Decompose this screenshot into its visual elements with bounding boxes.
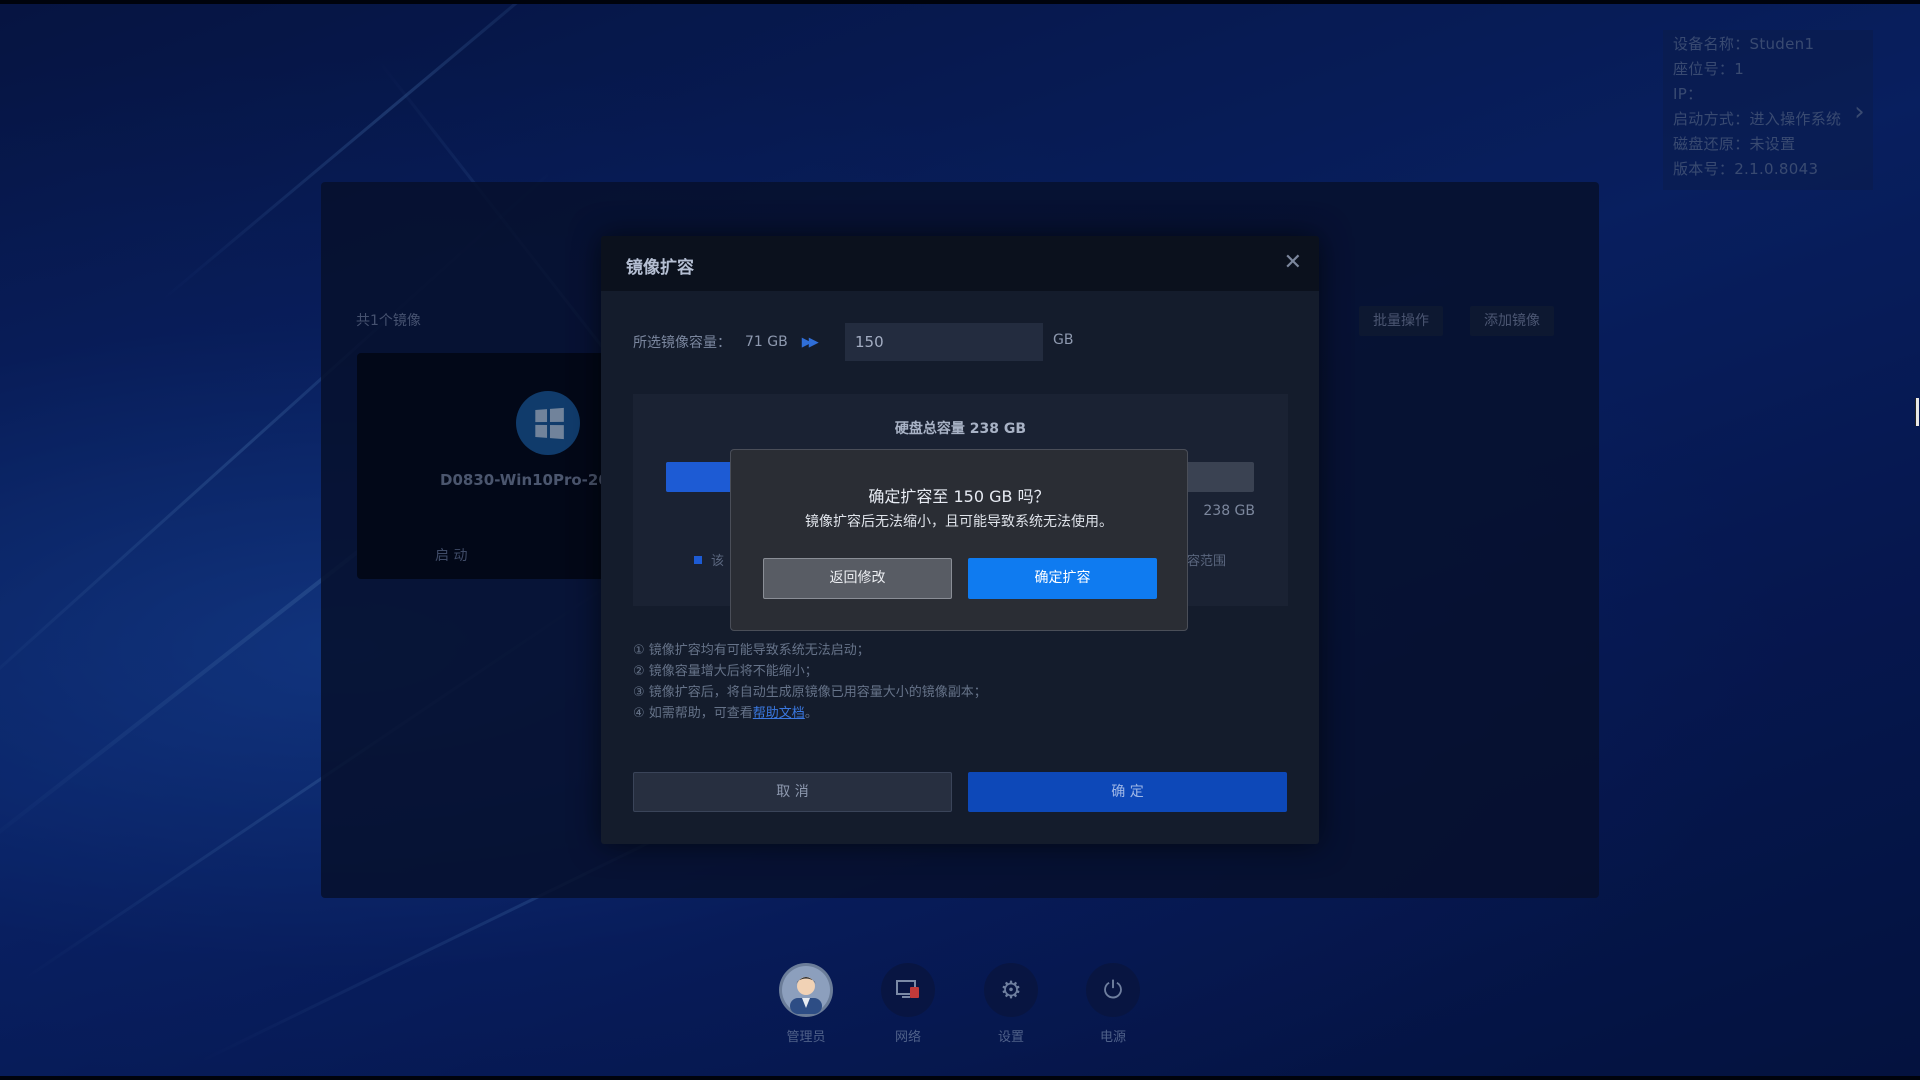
dock-label: 设置 (997, 1030, 1024, 1045)
dialog-header: 镜像扩容 ✕ (601, 236, 1319, 291)
confirm-warning: 镜像扩容后无法缩小，且可能导致系统无法使用。 (805, 514, 1113, 530)
ok-button[interactable]: 确 定 (968, 772, 1287, 812)
power-icon: ⏻ (1086, 963, 1140, 1017)
gear-icon: ⚙ (984, 963, 1038, 1017)
disk-total-title: 硬盘总容量 238 GB (894, 421, 1027, 437)
close-icon[interactable]: ✕ (1284, 250, 1302, 275)
avatar-icon (779, 963, 833, 1017)
confirm-question: 确定扩容至 150 GB 吗？ (868, 487, 1050, 506)
note-item: ③ 镜像扩容后，将自动生成原镜像已用容量大小的镜像副本； (633, 685, 987, 700)
confirm-expand-button[interactable]: 确定扩容 (968, 558, 1157, 599)
capacity-row: 所选镜像容量： 71 GB ▶▶ (633, 332, 819, 352)
new-capacity-input[interactable] (845, 323, 1043, 361)
back-to-edit-button[interactable]: 返回修改 (763, 558, 952, 599)
help-doc-link[interactable]: 帮助文档 (753, 706, 805, 721)
dock-admin[interactable]: 管理员 (778, 963, 834, 1045)
mouse-cursor (1915, 398, 1919, 426)
network-icon (881, 963, 935, 1017)
note-item: ① 镜像扩容均有可能导致系统无法启动； (633, 643, 870, 658)
dock-label: 电源 (1099, 1030, 1126, 1045)
current-capacity: 71 GB (745, 334, 788, 350)
dock-power[interactable]: ⏻ 电源 (1085, 963, 1141, 1045)
dock-network[interactable]: 网络 (880, 963, 936, 1045)
confirm-expand-dialog: 确定扩容至 150 GB 吗？ 镜像扩容后无法缩小，且可能导致系统无法使用。 返… (730, 449, 1188, 631)
disk-total-label: 238 GB (1203, 503, 1255, 519)
legend-right-text: 容范围 (1186, 554, 1226, 569)
legend-marker (694, 556, 702, 564)
dock-label: 管理员 (786, 1030, 826, 1045)
capacity-label: 所选镜像容量： (633, 335, 731, 351)
expand-notes: ① 镜像扩容均有可能导致系统无法启动； ② 镜像容量增大后将不能缩小； ③ 镜像… (633, 640, 987, 724)
legend-left-text: 该 (711, 554, 725, 569)
note-item: ④ 如需帮助，可查看帮助文档。 (633, 706, 818, 721)
dock-settings[interactable]: ⚙ 设置 (983, 963, 1039, 1045)
cancel-button[interactable]: 取 消 (633, 772, 952, 812)
dock-label: 网络 (894, 1030, 921, 1045)
capacity-unit: GB (1053, 332, 1074, 348)
note-item: ② 镜像容量增大后将不能缩小； (633, 664, 818, 679)
dialog-title: 镜像扩容 (626, 258, 694, 278)
double-arrow-right-icon: ▶▶ (801, 334, 819, 350)
